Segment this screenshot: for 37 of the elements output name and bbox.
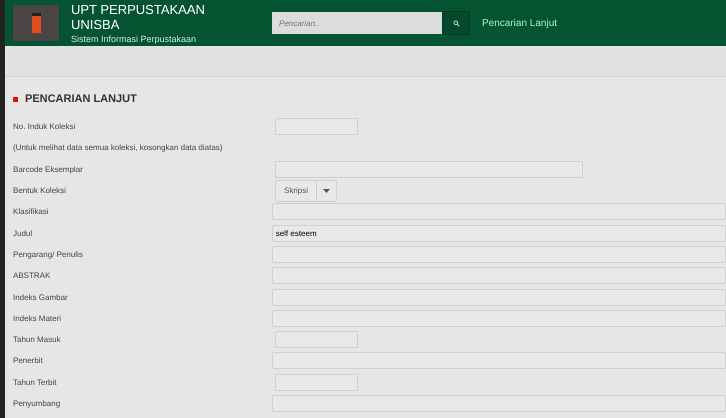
field-label: No. Induk Koleksi xyxy=(13,122,76,132)
field-label: Indeks Materi xyxy=(13,314,62,323)
text-field[interactable] xyxy=(275,331,358,348)
field-label: Klasifikasi xyxy=(13,207,50,216)
section-title: PENCARIAN LANJUT xyxy=(25,93,137,105)
text-field[interactable] xyxy=(275,374,358,391)
field-label: Penerbit xyxy=(13,356,44,366)
field-label: Barcode Eksemplar xyxy=(13,164,84,174)
text-field[interactable] xyxy=(272,267,726,284)
field-label: Bentuk Koleksi xyxy=(13,186,67,196)
field-label: Judul xyxy=(13,228,34,238)
caret-icon xyxy=(323,188,330,193)
collection-type-dropdown[interactable]: Skripsi xyxy=(275,180,338,202)
text-field[interactable] xyxy=(275,118,358,136)
field-label: Tahun Terbit xyxy=(13,378,58,387)
advanced-search-link[interactable]: Pencarian Lanjut xyxy=(482,18,558,28)
text-field[interactable]: self esteem xyxy=(272,224,726,242)
site-subtitle: Sistem Informasi Perpustakaan xyxy=(71,34,198,44)
logo-icon xyxy=(13,5,59,41)
text-field[interactable] xyxy=(275,160,583,178)
text-field[interactable] xyxy=(272,203,726,220)
hint-text: (Untuk melihat data semua koleksi, kosongkan data diatas) xyxy=(13,143,222,152)
search-field[interactable]: Pencarian.. xyxy=(272,12,442,34)
field-label: Penyumbang xyxy=(13,399,62,408)
text-field[interactable] xyxy=(272,395,726,412)
field-label: Tahun Masuk xyxy=(13,335,62,344)
bullet-icon xyxy=(13,96,18,102)
text-field[interactable] xyxy=(272,352,726,370)
text-field[interactable] xyxy=(272,310,726,327)
search-icon xyxy=(452,20,460,26)
field-label: Indeks Gambar xyxy=(13,292,69,302)
field-label: ABSTRAK xyxy=(13,271,52,280)
field-label: Pengarang/ Penulis xyxy=(13,250,84,259)
text-field[interactable] xyxy=(272,288,726,306)
search-button[interactable] xyxy=(442,11,470,35)
text-field[interactable] xyxy=(272,246,726,263)
site-title: UPT PERPUSTAKAAN UNISBA xyxy=(71,2,206,32)
